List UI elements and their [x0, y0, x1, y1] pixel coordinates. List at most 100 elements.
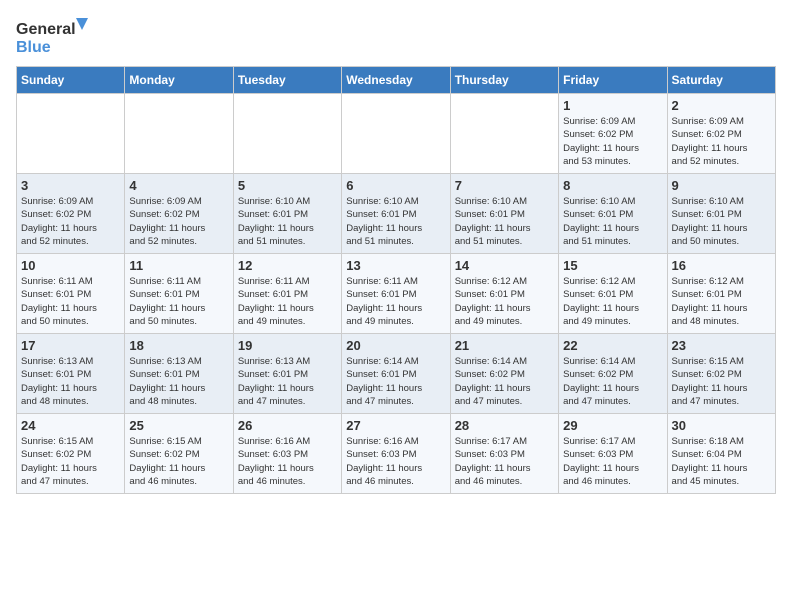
- calendar-cell: [125, 94, 233, 174]
- cell-info: Sunrise: 6:11 AM Sunset: 6:01 PM Dayligh…: [21, 275, 120, 328]
- day-number: 18: [129, 338, 228, 353]
- day-number: 29: [563, 418, 662, 433]
- cell-info: Sunrise: 6:13 AM Sunset: 6:01 PM Dayligh…: [21, 355, 120, 408]
- calendar-cell: 5 Sunrise: 6:10 AM Sunset: 6:01 PM Daylig…: [233, 174, 341, 254]
- cell-info: Sunrise: 6:15 AM Sunset: 6:02 PM Dayligh…: [672, 355, 771, 408]
- day-number: 15: [563, 258, 662, 273]
- calendar-cell: 12Sunrise: 6:11 AM Sunset: 6:01 PM Dayli…: [233, 254, 341, 334]
- calendar-cell: [233, 94, 341, 174]
- cell-info: Sunrise: 6:11 AM Sunset: 6:01 PM Dayligh…: [238, 275, 337, 328]
- cell-info: Sunrise: 6:14 AM Sunset: 6:02 PM Dayligh…: [455, 355, 554, 408]
- page-header: GeneralBlue: [16, 16, 776, 56]
- calendar-cell: 20Sunrise: 6:14 AM Sunset: 6:01 PM Dayli…: [342, 334, 450, 414]
- calendar-cell: 15 Sunrise: 6:12 AM Sunset: 6:01 PM Dayli…: [559, 254, 667, 334]
- calendar-cell: 4Sunrise: 6:09 AM Sunset: 6:02 PM Daylig…: [125, 174, 233, 254]
- cell-info: Sunrise: 6:14 AM Sunset: 6:02 PM Dayligh…: [563, 355, 662, 408]
- day-number: 17: [21, 338, 120, 353]
- calendar-cell: 8 Sunrise: 6:10 AM Sunset: 6:01 PM Daylig…: [559, 174, 667, 254]
- calendar-cell: 9 Sunrise: 6:10 AM Sunset: 6:01 PM Daylig…: [667, 174, 775, 254]
- day-header-sunday: Sunday: [17, 67, 125, 94]
- calendar-cell: [450, 94, 558, 174]
- calendar-cell: 23 Sunrise: 6:15 AM Sunset: 6:02 PM Dayli…: [667, 334, 775, 414]
- header-row: SundayMondayTuesdayWednesdayThursdayFrid…: [17, 67, 776, 94]
- logo: GeneralBlue: [16, 16, 96, 56]
- calendar-cell: 11 Sunrise: 6:11 AM Sunset: 6:01 PM Dayli…: [125, 254, 233, 334]
- cell-info: Sunrise: 6:11 AM Sunset: 6:01 PM Dayligh…: [346, 275, 445, 328]
- week-row-2: 3 Sunrise: 6:09 AM Sunset: 6:02 PM Daylig…: [17, 174, 776, 254]
- cell-info: Sunrise: 6:14 AM Sunset: 6:01 PM Dayligh…: [346, 355, 445, 408]
- day-number: 23: [672, 338, 771, 353]
- svg-text:General: General: [16, 21, 76, 38]
- day-number: 7: [455, 178, 554, 193]
- cell-info: Sunrise: 6:12 AM Sunset: 6:01 PM Dayligh…: [563, 275, 662, 328]
- day-header-monday: Monday: [125, 67, 233, 94]
- calendar-cell: 17 Sunrise: 6:13 AM Sunset: 6:01 PM Dayli…: [17, 334, 125, 414]
- calendar-cell: 25 Sunrise: 6:15 AM Sunset: 6:02 PM Dayli…: [125, 414, 233, 494]
- calendar-cell: 14 Sunrise: 6:12 AM Sunset: 6:01 PM Dayli…: [450, 254, 558, 334]
- day-number: 28: [455, 418, 554, 433]
- calendar-cell: 10 Sunrise: 6:11 AM Sunset: 6:01 PM Dayli…: [17, 254, 125, 334]
- calendar-cell: [17, 94, 125, 174]
- calendar-cell: 29Sunrise: 6:17 AM Sunset: 6:03 PM Dayli…: [559, 414, 667, 494]
- cell-info: Sunrise: 6:10 AM Sunset: 6:01 PM Dayligh…: [563, 195, 662, 248]
- cell-info: Sunrise: 6:09 AM Sunset: 6:02 PM Dayligh…: [672, 115, 771, 168]
- cell-info: Sunrise: 6:10 AM Sunset: 6:01 PM Dayligh…: [238, 195, 337, 248]
- day-number: 8: [563, 178, 662, 193]
- day-number: 9: [672, 178, 771, 193]
- cell-info: Sunrise: 6:16 AM Sunset: 6:03 PM Dayligh…: [346, 435, 445, 488]
- cell-info: Sunrise: 6:17 AM Sunset: 6:03 PM Dayligh…: [455, 435, 554, 488]
- day-number: 11: [129, 258, 228, 273]
- calendar-cell: 19 Sunrise: 6:13 AM Sunset: 6:01 PM Dayli…: [233, 334, 341, 414]
- day-number: 25: [129, 418, 228, 433]
- day-header-saturday: Saturday: [667, 67, 775, 94]
- cell-info: Sunrise: 6:13 AM Sunset: 6:01 PM Dayligh…: [238, 355, 337, 408]
- calendar-cell: 16 Sunrise: 6:12 AM Sunset: 6:01 PM Dayli…: [667, 254, 775, 334]
- day-header-friday: Friday: [559, 67, 667, 94]
- week-row-3: 10 Sunrise: 6:11 AM Sunset: 6:01 PM Dayli…: [17, 254, 776, 334]
- day-header-wednesday: Wednesday: [342, 67, 450, 94]
- day-number: 6: [346, 178, 445, 193]
- cell-info: Sunrise: 6:11 AM Sunset: 6:01 PM Dayligh…: [129, 275, 228, 328]
- calendar-cell: 18 Sunrise: 6:13 AM Sunset: 6:01 PM Dayli…: [125, 334, 233, 414]
- day-number: 14: [455, 258, 554, 273]
- day-number: 16: [672, 258, 771, 273]
- calendar-cell: 2Sunrise: 6:09 AM Sunset: 6:02 PM Daylig…: [667, 94, 775, 174]
- calendar-cell: 27 Sunrise: 6:16 AM Sunset: 6:03 PM Dayli…: [342, 414, 450, 494]
- cell-info: Sunrise: 6:16 AM Sunset: 6:03 PM Dayligh…: [238, 435, 337, 488]
- cell-info: Sunrise: 6:09 AM Sunset: 6:02 PM Dayligh…: [21, 195, 120, 248]
- week-row-5: 24 Sunrise: 6:15 AM Sunset: 6:02 PM Dayli…: [17, 414, 776, 494]
- day-number: 19: [238, 338, 337, 353]
- cell-info: Sunrise: 6:18 AM Sunset: 6:04 PM Dayligh…: [672, 435, 771, 488]
- day-number: 3: [21, 178, 120, 193]
- calendar-cell: 28 Sunrise: 6:17 AM Sunset: 6:03 PM Dayli…: [450, 414, 558, 494]
- day-number: 27: [346, 418, 445, 433]
- cell-info: Sunrise: 6:10 AM Sunset: 6:01 PM Dayligh…: [672, 195, 771, 248]
- cell-info: Sunrise: 6:15 AM Sunset: 6:02 PM Dayligh…: [21, 435, 120, 488]
- day-number: 24: [21, 418, 120, 433]
- day-header-tuesday: Tuesday: [233, 67, 341, 94]
- cell-info: Sunrise: 6:09 AM Sunset: 6:02 PM Dayligh…: [563, 115, 662, 168]
- day-number: 22: [563, 338, 662, 353]
- day-number: 26: [238, 418, 337, 433]
- calendar-table: SundayMondayTuesdayWednesdayThursdayFrid…: [16, 66, 776, 494]
- calendar-cell: 22 Sunrise: 6:14 AM Sunset: 6:02 PM Dayli…: [559, 334, 667, 414]
- calendar-cell: 21 Sunrise: 6:14 AM Sunset: 6:02 PM Dayli…: [450, 334, 558, 414]
- day-number: 4: [129, 178, 228, 193]
- day-number: 10: [21, 258, 120, 273]
- calendar-cell: 6Sunrise: 6:10 AM Sunset: 6:01 PM Daylig…: [342, 174, 450, 254]
- day-number: 1: [563, 98, 662, 113]
- cell-info: Sunrise: 6:15 AM Sunset: 6:02 PM Dayligh…: [129, 435, 228, 488]
- logo-svg: GeneralBlue: [16, 16, 96, 56]
- calendar-cell: 1 Sunrise: 6:09 AM Sunset: 6:02 PM Daylig…: [559, 94, 667, 174]
- svg-text:Blue: Blue: [16, 39, 51, 56]
- week-row-4: 17 Sunrise: 6:13 AM Sunset: 6:01 PM Dayli…: [17, 334, 776, 414]
- cell-info: Sunrise: 6:12 AM Sunset: 6:01 PM Dayligh…: [672, 275, 771, 328]
- calendar-cell: 3 Sunrise: 6:09 AM Sunset: 6:02 PM Daylig…: [17, 174, 125, 254]
- calendar-cell: 7Sunrise: 6:10 AM Sunset: 6:01 PM Daylig…: [450, 174, 558, 254]
- day-header-thursday: Thursday: [450, 67, 558, 94]
- cell-info: Sunrise: 6:13 AM Sunset: 6:01 PM Dayligh…: [129, 355, 228, 408]
- cell-info: Sunrise: 6:12 AM Sunset: 6:01 PM Dayligh…: [455, 275, 554, 328]
- day-number: 5: [238, 178, 337, 193]
- calendar-cell: 30Sunrise: 6:18 AM Sunset: 6:04 PM Dayli…: [667, 414, 775, 494]
- day-number: 21: [455, 338, 554, 353]
